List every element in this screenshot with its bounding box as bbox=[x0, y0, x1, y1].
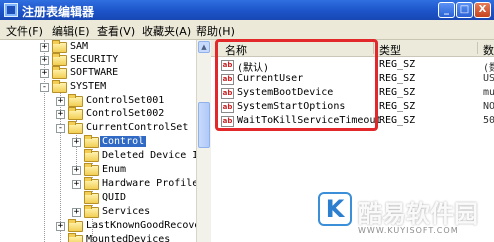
watermark-text: 酷易软件园 bbox=[358, 200, 478, 228]
scrollbar-thumb[interactable] bbox=[198, 102, 210, 148]
expand-icon[interactable]: + bbox=[56, 110, 65, 119]
value-type: REG_SZ bbox=[379, 101, 416, 112]
expand-icon[interactable]: + bbox=[72, 166, 81, 175]
menu-favorites[interactable]: 收藏夹(A) bbox=[142, 23, 191, 39]
folder-icon bbox=[68, 233, 83, 242]
close-button[interactable]: X bbox=[474, 2, 491, 18]
expand-icon[interactable]: + bbox=[72, 138, 81, 147]
scroll-up-arrow-icon[interactable]: ▲ bbox=[198, 41, 210, 53]
value-data: USE bbox=[483, 73, 494, 84]
tree-item-label: Services bbox=[102, 206, 151, 217]
annotation-highlight-box bbox=[215, 39, 378, 131]
folder-icon bbox=[68, 94, 83, 107]
folder-icon bbox=[52, 40, 67, 53]
tree-item-label: ControlSet001 bbox=[86, 95, 165, 106]
watermark-url: WWW.KUYISOFT.COM bbox=[358, 226, 459, 235]
value-data: 500 bbox=[483, 115, 494, 126]
tree-scrollbar[interactable]: ▲ bbox=[196, 40, 211, 242]
tree-item-label: SYSTEM bbox=[70, 81, 107, 92]
column-header-data[interactable]: 数 bbox=[483, 42, 494, 58]
tree-item-label: Hardware Profiles bbox=[102, 178, 205, 189]
tree-item-label: QUID bbox=[102, 192, 127, 203]
expand-icon[interactable]: + bbox=[40, 43, 49, 52]
expand-icon[interactable]: + bbox=[40, 69, 49, 78]
menu-help[interactable]: 帮助(H) bbox=[196, 23, 235, 39]
expand-icon[interactable]: + bbox=[56, 222, 65, 231]
folder-icon bbox=[84, 163, 99, 176]
tree-item-label: SAM bbox=[70, 41, 89, 52]
minimize-button[interactable]: _ bbox=[438, 2, 455, 18]
collapse-icon[interactable]: - bbox=[40, 83, 49, 92]
value-type: REG_SZ bbox=[379, 73, 416, 84]
expand-icon[interactable]: + bbox=[72, 180, 81, 189]
watermark: K 酷易软件园 WWW.KUYISOFT.COM bbox=[318, 192, 494, 242]
folder-icon bbox=[84, 177, 99, 190]
value-type: REG_SZ bbox=[379, 59, 416, 70]
tree-item-label: MountedDevices bbox=[86, 234, 171, 242]
value-data: mul bbox=[483, 87, 494, 98]
watermark-logo-icon: K bbox=[318, 192, 352, 226]
value-type: REG_SZ bbox=[379, 115, 416, 126]
tree-item-label: Deleted Device IDs bbox=[102, 150, 211, 161]
tree-item-label: CurrentControlSet bbox=[86, 122, 189, 133]
tree-item-label: SOFTWARE bbox=[70, 67, 119, 78]
maximize-button[interactable]: □ bbox=[456, 2, 473, 18]
column-divider[interactable] bbox=[477, 42, 478, 54]
menu-file[interactable]: 文件(F) bbox=[6, 23, 43, 39]
title-bar: 注册表编辑器 _ □ X bbox=[0, 0, 494, 20]
tree-item-label: SECURITY bbox=[70, 54, 119, 65]
menu-bar: 文件(F) 编辑(E) 查看(V) 收藏夹(A) 帮助(H) bbox=[0, 20, 494, 40]
menu-edit[interactable]: 编辑(E) bbox=[52, 23, 90, 39]
folder-icon bbox=[52, 66, 67, 79]
column-header-type[interactable]: 类型 bbox=[379, 42, 401, 58]
collapse-icon[interactable]: - bbox=[56, 124, 65, 133]
folder-icon bbox=[52, 53, 67, 66]
folder-icon bbox=[84, 191, 99, 204]
folder-icon bbox=[68, 107, 83, 120]
menu-view[interactable]: 查看(V) bbox=[97, 23, 135, 39]
expand-icon[interactable]: + bbox=[40, 56, 49, 65]
tree-item-label: ControlSet002 bbox=[86, 108, 165, 119]
open-folder-icon bbox=[68, 121, 83, 134]
open-folder-icon bbox=[84, 135, 99, 148]
value-type: REG_SZ bbox=[379, 87, 416, 98]
folder-icon bbox=[68, 219, 83, 232]
folder-icon bbox=[84, 149, 99, 162]
registry-tree: + SAM + SECURITY + SOFTWARE - SYSTEM + C… bbox=[0, 40, 211, 242]
tree-item-label-selected: Control bbox=[100, 136, 147, 147]
window-title: 注册表编辑器 bbox=[22, 5, 95, 19]
tree-item-label: Enum bbox=[102, 164, 127, 175]
tree-item-label: LastKnownGoodRecovery bbox=[86, 220, 211, 231]
folder-icon bbox=[84, 205, 99, 218]
expand-icon[interactable]: + bbox=[56, 97, 65, 106]
expand-icon[interactable]: + bbox=[72, 208, 81, 217]
value-data: NO bbox=[483, 101, 494, 112]
open-folder-icon bbox=[52, 80, 67, 93]
registry-editor-icon bbox=[4, 3, 18, 17]
